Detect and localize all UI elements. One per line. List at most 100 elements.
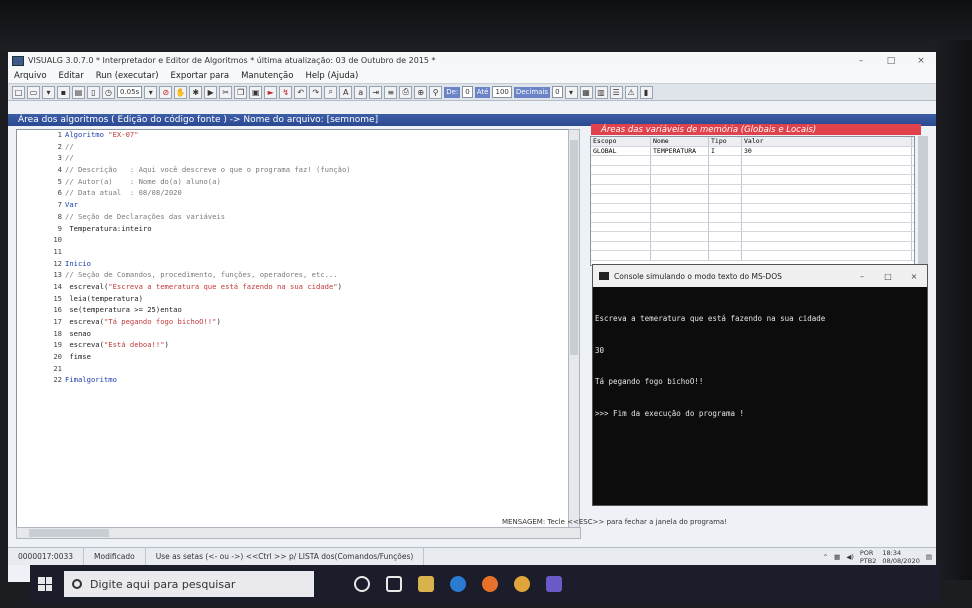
- code-line[interactable]: 17 escreva("Tá pegando fogo bichoO!!"): [17, 317, 575, 329]
- taskbar-search[interactable]: Digite aqui para pesquisar: [64, 571, 314, 597]
- variables-scrollbar[interactable]: [918, 136, 928, 266]
- decimais-dropdown-icon[interactable]: ▾: [564, 85, 578, 99]
- volume-icon[interactable]: ◀): [846, 553, 854, 561]
- minimize-button[interactable]: –: [846, 56, 876, 66]
- stop-icon[interactable]: ⊘: [159, 85, 173, 99]
- console-icon: [599, 272, 609, 280]
- cortana-icon[interactable]: [354, 576, 370, 592]
- warning-icon[interactable]: ⚠: [624, 85, 638, 99]
- magnifier-icon[interactable]: ⚲: [429, 85, 443, 99]
- code-line[interactable]: 8// Seção de Declarações das variáveis: [17, 212, 575, 224]
- task-view-icon[interactable]: [386, 576, 402, 592]
- code-line[interactable]: 1 Algoritmo "EX-07": [17, 130, 575, 142]
- clock-time: 18:34: [882, 548, 902, 557]
- cut-icon[interactable]: ✂: [219, 85, 233, 99]
- code-line[interactable]: 21: [17, 364, 575, 376]
- code-line[interactable]: 20 fimse: [17, 352, 575, 364]
- hand-icon[interactable]: ✋: [174, 85, 188, 99]
- de-field[interactable]: 0: [462, 86, 473, 98]
- code-line[interactable]: 7 Var: [17, 200, 575, 212]
- menu-arquivo[interactable]: Arquivo: [8, 71, 53, 81]
- list-icon[interactable]: ☰: [609, 85, 623, 99]
- book-icon[interactable]: ▮: [639, 85, 653, 99]
- notifications-icon[interactable]: ▤: [926, 553, 932, 561]
- line-number: 22: [53, 375, 62, 385]
- scrollbar-thumb[interactable]: [570, 140, 578, 355]
- menu-run[interactable]: Run (executar): [90, 71, 165, 81]
- firefox-icon[interactable]: [482, 576, 498, 592]
- font-icon[interactable]: a: [354, 85, 368, 99]
- timer-dropdown-icon[interactable]: ▾: [144, 85, 158, 99]
- edge-icon[interactable]: [450, 576, 466, 592]
- chrome-icon[interactable]: [514, 576, 530, 592]
- keyboard-language[interactable]: POR PTB2: [860, 549, 877, 565]
- code-line[interactable]: 15 leia(temperatura): [17, 294, 575, 306]
- replace-icon[interactable]: A: [339, 85, 353, 99]
- code-line[interactable]: 14 escreval("Escreva a temeratura que es…: [17, 282, 575, 294]
- windows-start-icon[interactable]: [38, 577, 52, 591]
- redo-icon[interactable]: ↷: [309, 85, 323, 99]
- console-line: >>> Fim da execução do programa !: [595, 408, 745, 418]
- maximize-button[interactable]: □: [876, 56, 906, 66]
- code-editor[interactable]: 1 Algoritmo "EX-07" 2//3//4// Descrição : …: [16, 129, 576, 529]
- indent-icon[interactable]: ⇥: [369, 85, 383, 99]
- format-icon[interactable]: ≡: [384, 85, 398, 99]
- timer-field[interactable]: 0.05s: [117, 86, 143, 98]
- console-close-button[interactable]: ×: [901, 272, 927, 281]
- print-icon[interactable]: ▤: [72, 85, 85, 99]
- document-icon[interactable]: ▯: [87, 85, 100, 99]
- copy-icon[interactable]: ❐: [234, 85, 248, 99]
- code-line[interactable]: 5// Autor(a) : Nome do(a) aluno(a): [17, 177, 575, 189]
- debug-run-icon[interactable]: ►: [264, 85, 278, 99]
- table-row-empty: [591, 194, 914, 204]
- file-explorer-icon[interactable]: [418, 576, 434, 592]
- grid-icon[interactable]: ▦: [579, 85, 593, 99]
- table-row[interactable]: GLOBAL TEMPERATURA I 30: [591, 146, 914, 156]
- zoom-icon[interactable]: ⊕: [414, 85, 428, 99]
- console-output[interactable]: Escreva a temeratura que está fazendo na…: [593, 287, 927, 440]
- bug-icon[interactable]: ✱: [189, 85, 203, 99]
- decimais-field[interactable]: 0: [552, 86, 563, 98]
- menu-exportar[interactable]: Exportar para: [165, 71, 236, 81]
- network-icon[interactable]: ▦: [834, 553, 840, 561]
- timer-icon[interactable]: ◷: [102, 85, 115, 99]
- dropdown-arrow-icon[interactable]: ▾: [42, 85, 55, 99]
- ate-field[interactable]: 100: [492, 86, 512, 98]
- code-line[interactable]: 16 se(temperatura >= 25)entao: [17, 305, 575, 317]
- tray-chevron-icon[interactable]: ⌃: [823, 553, 828, 561]
- code-text: // Data atual : 08/08/2020: [65, 188, 182, 198]
- scrollbar-thumb[interactable]: [29, 529, 109, 537]
- code-line[interactable]: 12 Inicio: [17, 259, 575, 271]
- code-line[interactable]: 18 senao: [17, 329, 575, 341]
- undo-icon[interactable]: ↶: [294, 85, 308, 99]
- save-icon[interactable]: ▪: [57, 85, 70, 99]
- search-icon[interactable]: ⌕: [324, 85, 338, 99]
- code-line[interactable]: 9 Temperatura:inteiro: [17, 224, 575, 236]
- run-icon[interactable]: ▶: [204, 85, 218, 99]
- editor-vertical-scrollbar[interactable]: [568, 129, 580, 529]
- code-line[interactable]: 2//: [17, 142, 575, 154]
- console-maximize-button[interactable]: □: [875, 272, 901, 281]
- code-line[interactable]: 3//: [17, 153, 575, 165]
- table-icon[interactable]: ▥: [594, 85, 608, 99]
- menu-manutencao[interactable]: Manutenção: [235, 71, 299, 81]
- close-button[interactable]: ×: [906, 56, 936, 66]
- paste-icon[interactable]: ▣: [249, 85, 263, 99]
- open-file-icon[interactable]: ▭: [27, 85, 40, 99]
- code-line[interactable]: 22 Fimalgoritmo: [17, 375, 575, 387]
- menu-editar[interactable]: Editar: [53, 71, 90, 81]
- menu-help[interactable]: Help (Ajuda): [299, 71, 364, 81]
- visualg-taskbar-icon[interactable]: [546, 576, 562, 592]
- step-icon[interactable]: ↯: [279, 85, 293, 99]
- console-minimize-button[interactable]: –: [849, 272, 875, 281]
- code-line[interactable]: 13// Seção de Comandos, procedimento, fu…: [17, 270, 575, 282]
- clock[interactable]: 18:34 08/08/2020: [882, 549, 919, 565]
- code-line[interactable]: 19 escreva("Está deboa!!"): [17, 340, 575, 352]
- new-file-icon[interactable]: □: [12, 85, 25, 99]
- code-line[interactable]: 4// Descrição : Aqui você descreve o que…: [17, 165, 575, 177]
- code-line[interactable]: 6// Data atual : 08/08/2020: [17, 188, 575, 200]
- code-line[interactable]: 11: [17, 247, 575, 259]
- printer-icon[interactable]: ⎙: [399, 85, 413, 99]
- editor-horizontal-scrollbar[interactable]: [16, 527, 581, 539]
- code-line[interactable]: 10: [17, 235, 575, 247]
